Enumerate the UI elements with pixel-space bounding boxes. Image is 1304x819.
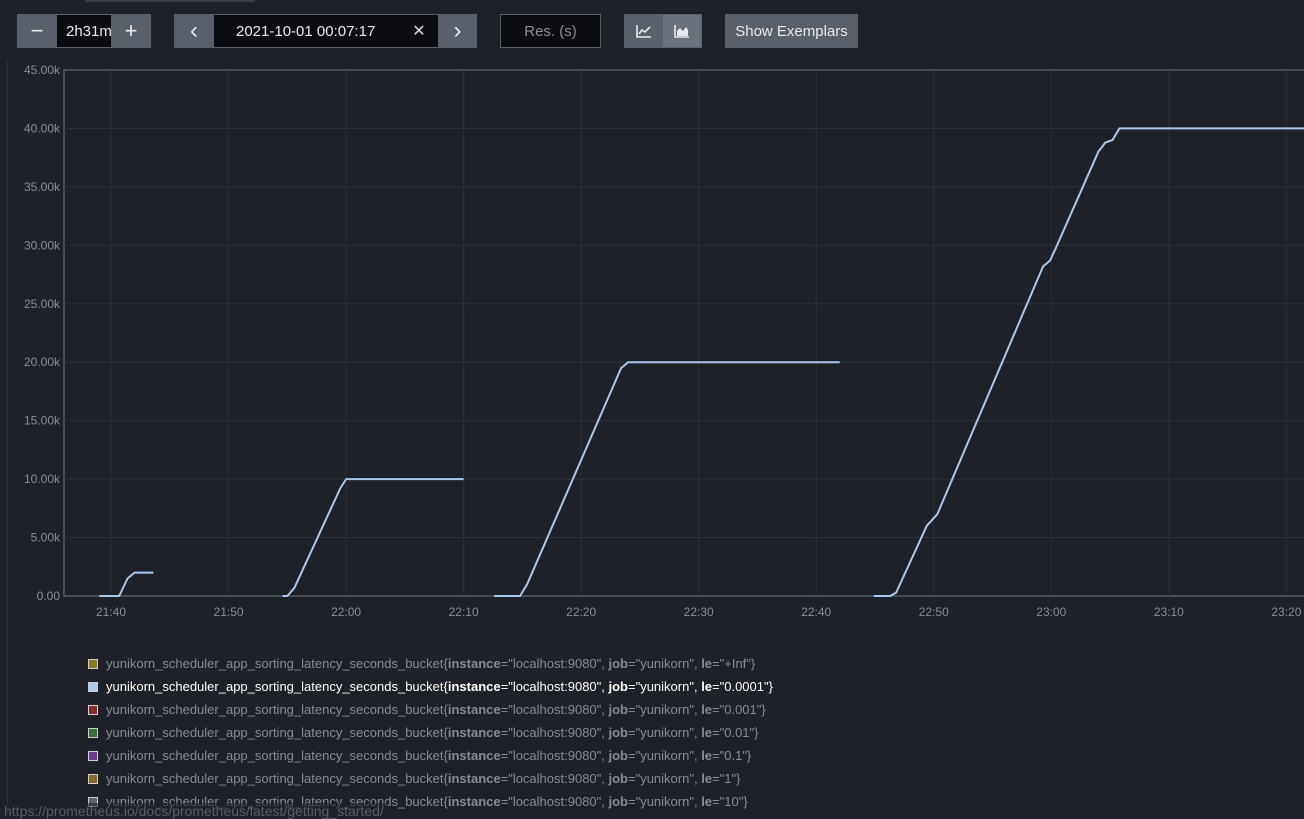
chevron-left-icon: ‹ (190, 17, 198, 44)
y-tick-label: 40.00k (24, 121, 61, 135)
y-tick-label: 30.00k (24, 238, 61, 252)
previous-end-time-button[interactable]: ‹ (174, 14, 214, 48)
legend-label: yunikorn_scheduler_app_sorting_latency_s… (106, 771, 741, 786)
graph-legend: yunikorn_scheduler_app_sorting_latency_s… (88, 652, 1288, 813)
x-tick-label: 22:20 (566, 605, 596, 619)
y-tick-label: 45.00k (24, 63, 61, 77)
show-exemplars-button[interactable]: Show Exemplars (725, 14, 858, 48)
legend-swatch[interactable] (88, 773, 98, 784)
line-chart-icon (635, 25, 651, 38)
legend-swatch[interactable] (88, 750, 98, 761)
legend-item[interactable]: yunikorn_scheduler_app_sorting_latency_s… (88, 721, 1288, 744)
legend-swatch[interactable] (88, 704, 98, 715)
close-icon: ✕ (412, 23, 426, 40)
y-tick-label: 25.00k (24, 297, 61, 311)
next-end-time-button[interactable]: › (438, 14, 477, 48)
range-input[interactable]: 2h31m (56, 14, 112, 48)
line-chart-button[interactable] (624, 14, 663, 48)
y-tick-label: 5.00k (31, 531, 61, 545)
minus-icon: − (30, 18, 44, 43)
x-tick-label: 22:40 (801, 605, 831, 619)
y-tick-label: 10.00k (24, 472, 61, 486)
x-tick-label: 21:40 (96, 605, 126, 619)
clear-end-time-button[interactable]: ✕ (400, 14, 439, 48)
y-tick-label: 20.00k (24, 355, 61, 369)
plus-icon: + (124, 18, 138, 43)
plot-frame (63, 69, 1304, 597)
series-line-segment-0[interactable] (99, 571, 154, 597)
legend-item[interactable]: yunikorn_scheduler_app_sorting_latency_s… (88, 767, 1288, 790)
y-tick-label: 15.00k (24, 414, 61, 428)
x-tick-label: 22:10 (449, 605, 479, 619)
stacked-chart-button[interactable] (662, 14, 702, 48)
decrease-range-button[interactable]: − (17, 14, 57, 48)
status-bar-url: https://prometheus.io/docs/prometheus/la… (0, 803, 388, 819)
chevron-right-icon: › (453, 17, 462, 44)
legend-label: yunikorn_scheduler_app_sorting_latency_s… (106, 748, 752, 763)
x-tick-label: 23:00 (1036, 605, 1066, 619)
x-tick-label: 23:10 (1154, 605, 1184, 619)
increase-range-button[interactable]: + (111, 14, 151, 48)
x-tick-label: 22:50 (919, 605, 949, 619)
legend-label: yunikorn_scheduler_app_sorting_latency_s… (106, 702, 766, 717)
resolution-input[interactable]: Res. (s) (500, 14, 601, 48)
legend-item[interactable]: yunikorn_scheduler_app_sorting_latency_s… (88, 675, 1288, 698)
legend-swatch[interactable] (88, 658, 98, 669)
legend-item[interactable]: yunikorn_scheduler_app_sorting_latency_s… (88, 698, 1288, 721)
x-tick-label: 22:30 (684, 605, 714, 619)
legend-label: yunikorn_scheduler_app_sorting_latency_s… (106, 679, 773, 694)
graph-toolbar: − 2h31m + ‹ 2021-10-01 00:07:17 ✕ › Res.… (0, 0, 1304, 60)
graph-chart[interactable]: 0.00 5.00k 10.00k 15.00k 20.00k 25.00k 30.00k 3… (0, 60, 1304, 630)
legend-swatch[interactable] (88, 727, 98, 738)
y-tick-label: 0.00 (37, 589, 61, 603)
legend-item[interactable]: yunikorn_scheduler_app_sorting_latency_s… (88, 652, 1288, 675)
x-tick-label: 22:00 (331, 605, 361, 619)
legend-swatch[interactable] (88, 681, 98, 692)
x-tick-label: 21:50 (214, 605, 244, 619)
stacked-area-chart-icon (674, 25, 689, 38)
legend-label: yunikorn_scheduler_app_sorting_latency_s… (106, 656, 756, 671)
legend-item[interactable]: yunikorn_scheduler_app_sorting_latency_s… (88, 744, 1288, 767)
legend-label: yunikorn_scheduler_app_sorting_latency_s… (106, 725, 759, 740)
x-tick-label: 23:20 (1271, 605, 1301, 619)
y-tick-label: 35.00k (24, 180, 61, 194)
